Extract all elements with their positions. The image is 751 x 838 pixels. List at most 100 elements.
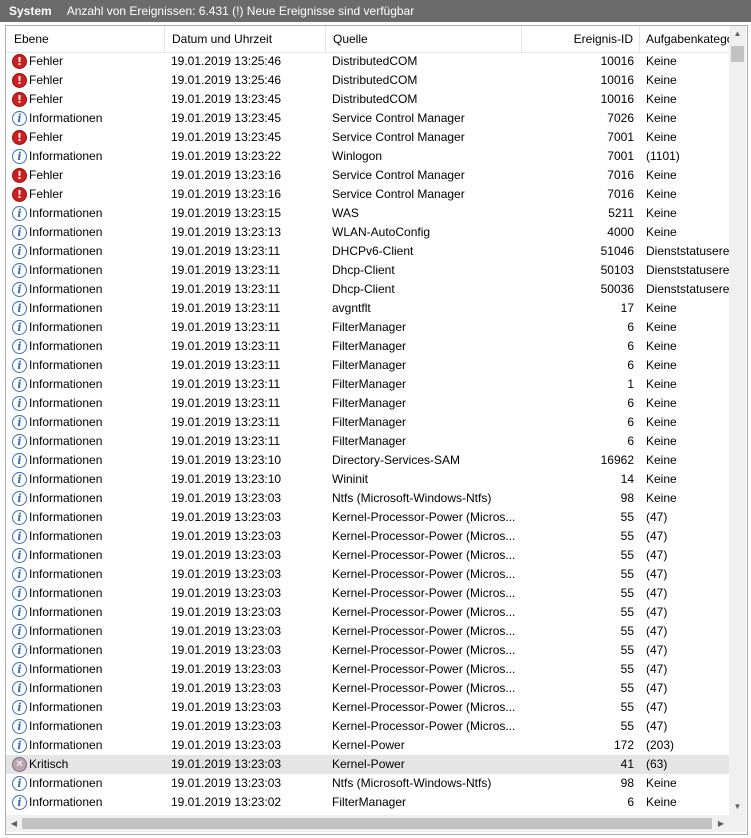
table-row[interactable]: i Informationen 19.01.2019 13:23:11 FilterM… — [6, 432, 729, 451]
level-cell: Informationen — [29, 586, 103, 600]
event-id-cell: 17 — [620, 301, 634, 315]
table-row[interactable]: i Informationen 19.01.2019 13:23:03 Kernel-… — [6, 527, 729, 546]
table-row[interactable]: i Informationen 19.01.2019 13:23:03 Kernel-… — [6, 660, 729, 679]
table-row[interactable]: i Informationen 19.01.2019 13:23:03 Kernel-… — [6, 603, 729, 622]
info-icon: i — [12, 282, 27, 297]
event-id-cell: 98 — [620, 776, 634, 790]
table-row[interactable]: i Informationen 19.01.2019 13:23:15 WAS 5211… — [6, 204, 729, 223]
table-row[interactable]: i Informationen 19.01.2019 13:23:03 Kernel-… — [6, 546, 729, 565]
column-header-row: Ebene Datum und Uhrzeit Quelle Ereignis-… — [6, 26, 729, 53]
table-row[interactable]: ! Fehler 19.01.2019 13:23:45 DistributedCOM… — [6, 90, 729, 109]
info-icon: i — [12, 529, 27, 544]
table-row[interactable]: i Informationen 19.01.2019 13:23:11 DHCPv6-… — [6, 242, 729, 261]
vertical-scrollbar[interactable]: ▲ ▼ — [729, 26, 746, 815]
source-cell: FilterManager — [332, 377, 407, 391]
table-row[interactable]: i Informationen 19.01.2019 13:23:10 Directo… — [6, 451, 729, 470]
task-category-cell: (47) — [646, 548, 668, 562]
table-row[interactable]: ! Fehler 19.01.2019 13:23:16 Service Contro… — [6, 185, 729, 204]
event-id-cell: 10016 — [600, 73, 634, 87]
event-id-cell: 6 — [627, 434, 634, 448]
info-icon: i — [12, 453, 27, 468]
column-header-date[interactable]: Datum und Uhrzeit — [165, 26, 326, 52]
table-row[interactable]: ✕ Kritisch 19.01.2019 13:23:03 Kernel-Power… — [6, 755, 729, 774]
table-row[interactable]: i Informationen 19.01.2019 13:23:03 Kernel-… — [6, 565, 729, 584]
table-row[interactable]: i Informationen 19.01.2019 13:23:03 Kernel-… — [6, 736, 729, 755]
column-header-event-id[interactable]: Ereignis-ID — [522, 26, 640, 52]
table-row[interactable]: i Informationen 19.01.2019 13:23:03 Kernel-… — [6, 641, 729, 660]
table-row[interactable]: i Informationen 19.01.2019 13:23:22 Winlogo… — [6, 147, 729, 166]
date-cell: 19.01.2019 13:23:11 — [171, 263, 281, 277]
vertical-scroll-thumb[interactable] — [731, 46, 744, 62]
horizontal-scrollbar[interactable]: ◀ ▶ — [6, 815, 729, 832]
info-icon: i — [12, 358, 27, 373]
error-icon: ! — [12, 130, 27, 145]
table-row[interactable]: i Informationen 19.01.2019 13:23:02 FilterM… — [6, 793, 729, 812]
source-cell: Kernel-Processor-Power (Micros... — [332, 662, 516, 676]
table-row[interactable]: ! Fehler 19.01.2019 13:25:46 DistributedCOM… — [6, 71, 729, 90]
table-row[interactable]: i Informationen 19.01.2019 13:23:03 Kernel-… — [6, 717, 729, 736]
table-row[interactable]: i Informationen 19.01.2019 13:23:03 Kernel-… — [6, 584, 729, 603]
table-row[interactable]: i Informationen 19.01.2019 13:23:11 FilterM… — [6, 318, 729, 337]
table-row[interactable]: i Informationen 19.01.2019 13:23:11 FilterM… — [6, 394, 729, 413]
source-cell: DHCPv6-Client — [332, 244, 414, 258]
event-id-cell: 16962 — [600, 453, 634, 467]
event-id-cell: 7001 — [607, 149, 634, 163]
date-cell: 19.01.2019 13:23:03 — [171, 662, 282, 676]
table-row[interactable]: i Informationen 19.01.2019 13:23:11 FilterM… — [6, 413, 729, 432]
source-cell: Kernel-Processor-Power (Micros... — [332, 586, 516, 600]
table-row[interactable]: ! Fehler 19.01.2019 13:23:16 Service Contro… — [6, 166, 729, 185]
source-cell: Kernel-Processor-Power (Micros... — [332, 605, 516, 619]
table-row[interactable]: ! Fehler 19.01.2019 13:25:46 DistributedCOM… — [6, 52, 729, 71]
event-id-cell: 6 — [627, 396, 634, 410]
task-category-cell: Keine — [646, 187, 677, 201]
source-cell: Kernel-Power — [332, 757, 405, 771]
source-cell: FilterManager — [332, 396, 407, 410]
table-row[interactable]: i Informationen 19.01.2019 13:23:11 avgntfl… — [6, 299, 729, 318]
table-row[interactable]: i Informationen 19.01.2019 13:23:03 Kernel-… — [6, 622, 729, 641]
task-category-cell: (47) — [646, 567, 668, 581]
event-id-cell: 4000 — [607, 225, 634, 239]
column-header-task-category[interactable]: Aufgabenkategorie — [640, 26, 729, 52]
column-header-source[interactable]: Quelle — [326, 26, 522, 52]
error-icon: ! — [12, 168, 27, 183]
task-category-cell: Keine — [646, 54, 677, 68]
level-cell: Informationen — [29, 624, 103, 638]
column-header-level[interactable]: Ebene — [6, 26, 165, 52]
table-row[interactable]: i Informationen 19.01.2019 13:23:03 Ntfs (M… — [6, 489, 729, 508]
event-id-cell: 55 — [620, 567, 634, 581]
table-row[interactable]: i Informationen 19.01.2019 13:23:13 WLAN-Au… — [6, 223, 729, 242]
level-cell: Kritisch — [29, 757, 69, 771]
error-icon: ! — [12, 73, 27, 88]
table-row[interactable]: i Informationen 19.01.2019 13:23:11 FilterM… — [6, 356, 729, 375]
table-row[interactable]: i Informationen 19.01.2019 13:23:03 Kernel-… — [6, 698, 729, 717]
scroll-left-arrow-icon[interactable]: ◀ — [9, 819, 19, 828]
level-cell: Informationen — [29, 681, 103, 695]
level-cell: Informationen — [29, 548, 103, 562]
horizontal-scroll-thumb[interactable] — [22, 818, 712, 829]
scroll-down-arrow-icon[interactable]: ▼ — [729, 802, 746, 811]
table-row[interactable]: i Informationen 19.01.2019 13:23:11 FilterM… — [6, 337, 729, 356]
table-row[interactable]: i Informationen 19.01.2019 13:23:11 FilterM… — [6, 375, 729, 394]
event-id-cell: 50103 — [600, 263, 634, 277]
task-category-cell: Keine — [646, 111, 677, 125]
source-cell: Winlogon — [332, 149, 383, 163]
table-row[interactable]: i Informationen 19.01.2019 13:23:03 Ntfs (M… — [6, 774, 729, 793]
table-row[interactable]: ! Fehler 19.01.2019 13:23:45 Service Contro… — [6, 128, 729, 147]
table-row[interactable]: i Informationen 19.01.2019 13:23:11 Dhcp-Cl… — [6, 280, 729, 299]
table-row[interactable]: i Informationen 19.01.2019 13:23:10 Wininit… — [6, 470, 729, 489]
scroll-right-arrow-icon[interactable]: ▶ — [716, 819, 726, 828]
table-row[interactable]: i Informationen 19.01.2019 13:23:11 Dhcp-Cl… — [6, 261, 729, 280]
source-cell: Kernel-Processor-Power (Micros... — [332, 567, 516, 581]
info-icon: i — [12, 491, 27, 506]
event-id-cell: 50036 — [600, 282, 634, 296]
scroll-up-arrow-icon[interactable]: ▲ — [729, 29, 746, 38]
table-row[interactable]: i Informationen 19.01.2019 13:23:03 Kernel-… — [6, 679, 729, 698]
table-row[interactable]: i Informationen 19.01.2019 13:23:03 Kernel-… — [6, 508, 729, 527]
source-cell: Dhcp-Client — [332, 282, 395, 296]
level-cell: Informationen — [29, 605, 103, 619]
table-row[interactable]: i Informationen 19.01.2019 13:23:45 Service… — [6, 109, 729, 128]
event-id-cell: 6 — [627, 339, 634, 353]
source-cell: Kernel-Processor-Power (Micros... — [332, 548, 516, 562]
date-cell: 19.01.2019 13:23:45 — [171, 111, 282, 125]
task-category-cell: Keine — [646, 92, 677, 106]
